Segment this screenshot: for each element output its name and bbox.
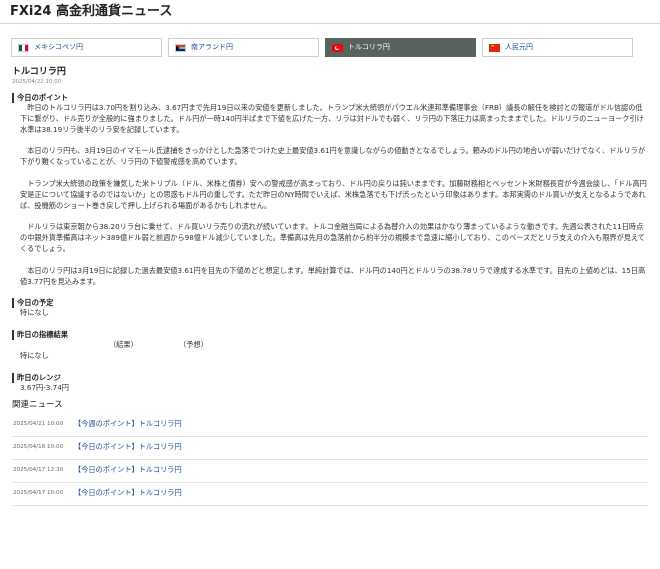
news-link[interactable]: 【今日のポイント】トルコリラ円 <box>74 488 182 499</box>
tab-label: メキシコペソ円 <box>34 43 83 52</box>
turkey-flag-icon <box>332 43 343 52</box>
tab-mexican-peso[interactable]: メキシコペソ円 <box>11 38 162 57</box>
list-item: 2025/04/17 10:00 【今日のポイント】トルコリラ円 <box>12 483 648 506</box>
tab-label: 南アランド円 <box>191 43 233 52</box>
article-paragraph: 昨日のトルコリラ円は3.70円を割り込み、3.67円まで先月19日以来の安値を更… <box>20 103 644 134</box>
news-link[interactable]: 【今日のポイント】トルコリラ円 <box>74 465 182 476</box>
list-item: 2025/04/17 12:30 【今日のポイント】トルコリラ円 <box>12 460 648 483</box>
related-news-title: 関連ニュース <box>12 399 63 410</box>
results-col-actual: （結果） <box>109 340 138 350</box>
tab-south-african-rand[interactable]: 南アランド円 <box>168 38 319 57</box>
article-content: トルコリラ円 2025/04/22 10:00 今日のポイント 昨日のトルコリラ… <box>0 66 660 506</box>
page: FXi24 高金利通貨ニュース メキシコペソ円 南アランド円 トルコリラ円 人民… <box>0 0 660 569</box>
section-heading-point: 今日のポイント <box>12 93 648 103</box>
china-flag-icon <box>489 43 500 52</box>
today-schedule-value: 特になし <box>20 308 49 318</box>
related-news-list: 2025/04/21 10:00 【今週のポイント】トルコリラ円 2025/04… <box>12 414 648 506</box>
article-date: 2025/04/22 10:00 <box>12 79 62 85</box>
section-heading-yesterday-range: 昨日のレンジ <box>12 372 648 383</box>
mexico-flag-icon <box>18 43 29 52</box>
south-africa-flag-icon <box>175 43 186 52</box>
results-columns: （結果） （予想） <box>12 340 648 351</box>
article-title: トルコリラ円 <box>12 67 66 77</box>
yesterday-range-value: 3.67円-3.74円 <box>20 382 69 392</box>
section-heading-yesterday-results: 昨日の指標結果 <box>12 330 648 341</box>
news-link[interactable]: 【今日のポイント】トルコリラ円 <box>74 442 182 453</box>
tab-turkish-lira[interactable]: トルコリラ円 <box>325 38 476 57</box>
site-title: FXi24 高金利通貨ニュース <box>10 4 173 19</box>
currency-tabs: メキシコペソ円 南アランド円 トルコリラ円 人民元円 <box>0 38 660 57</box>
article-paragraph: トランプ米大統領の政策を嫌気した米トリプル（ドル、米株と債券）安への警戒感が高ま… <box>20 178 647 210</box>
news-link[interactable]: 【今週のポイント】トルコリラ円 <box>74 419 182 430</box>
article-paragraph: ドルリラは東京朝から38.20リラ台に乗せて、ドル買いリラ売りの流れが続いていま… <box>20 222 645 253</box>
article-paragraph: 本日のリラ円も、3月19日のイマモール氏逮捕をきっかけとした急落でつけた史上最安… <box>20 146 646 167</box>
site-header: FXi24 高金利通貨ニュース <box>0 0 660 24</box>
news-date: 2025/04/17 12:30 <box>13 467 64 474</box>
list-item: 2025/04/18 10:00 【今日のポイント】トルコリラ円 <box>12 437 648 460</box>
results-col-forecast: （予想） <box>179 340 208 350</box>
article-paragraph: 本日のリラ円は3月19日に記録した過去最安値3.61円を目先の下値めどと想定しま… <box>20 265 646 286</box>
news-date: 2025/04/18 10:00 <box>13 444 64 451</box>
news-date: 2025/04/21 10:00 <box>13 421 64 428</box>
yesterday-results-value: 特になし <box>20 350 49 360</box>
tab-chinese-yuan[interactable]: 人民元円 <box>482 38 633 57</box>
news-date: 2025/04/17 10:00 <box>13 490 64 497</box>
tab-label: トルコリラ円 <box>348 43 390 52</box>
section-heading-today-schedule: 今日の予定 <box>12 298 648 309</box>
list-item: 2025/04/21 10:00 【今週のポイント】トルコリラ円 <box>12 414 648 437</box>
tab-label: 人民元円 <box>505 43 533 52</box>
